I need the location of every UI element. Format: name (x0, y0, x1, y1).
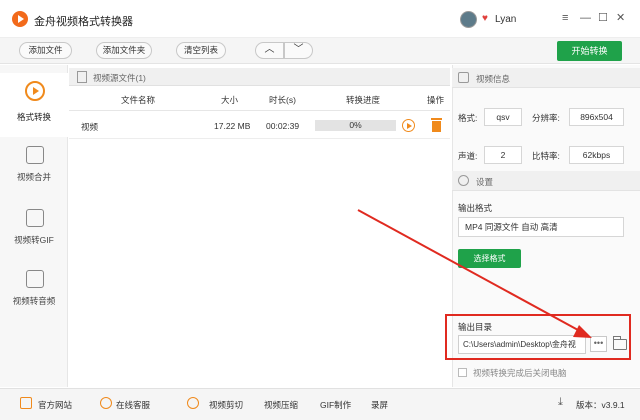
format-label: 格式: (458, 113, 478, 123)
column-progress: 转换进度 (346, 95, 381, 105)
format-convert-inner-icon (33, 87, 39, 95)
minimize-button[interactable]: — (580, 12, 591, 24)
bitrate-label: 比特率: (532, 151, 560, 161)
file-duration: 00:02:39 (266, 121, 300, 131)
file-list-header: 视频源文件(1) (69, 68, 450, 86)
progress-bar: 0% (315, 120, 396, 131)
sidebar-item-format-convert[interactable]: 格式转换 (0, 73, 68, 137)
sidebar-item-label: 视频转GIF (14, 235, 54, 245)
column-size: 大小 (221, 95, 239, 105)
progress-text: 0% (349, 120, 362, 130)
sidebar-item-video-to-audio[interactable]: 视频转音频 (0, 266, 68, 330)
column-duration: 时长(s) (269, 95, 296, 105)
settings-title: 设置 (476, 177, 494, 187)
move-down-button[interactable]: ﹀ (284, 42, 313, 59)
footer-record-link[interactable]: 录屏 (371, 399, 388, 411)
file-list-columns: 文件名称 大小 时长(s) 转换进度 操作 (69, 87, 450, 111)
shutdown-label: 视频转换完成后关闭电脑 (473, 368, 567, 378)
footer-website-link[interactable]: 官方网站 (38, 399, 72, 411)
column-action: 操作 (427, 95, 445, 105)
add-file-button[interactable]: 添加文件 (19, 42, 72, 59)
play-icon[interactable] (402, 119, 415, 132)
footer-service-link[interactable]: 在线客服 (116, 399, 150, 411)
app-title: 金舟视频格式转换器 (34, 16, 133, 28)
service-icon (100, 397, 112, 409)
user-avatar[interactable] (460, 11, 477, 28)
close-button[interactable]: ✕ (616, 12, 625, 24)
sidebar-item-video-to-gif[interactable]: 视频转GIF (0, 203, 68, 267)
table-row[interactable]: 视频 17.22 MB 00:02:39 0% (69, 112, 450, 139)
file-size: 17.22 MB (214, 121, 251, 131)
sidebar: 格式转换 视频合并 视频转GIF 视频转音频 (0, 65, 68, 387)
video-to-audio-icon (26, 270, 44, 288)
sidebar-item-label: 视频合并 (16, 172, 51, 182)
trash-icon[interactable] (431, 118, 442, 132)
title-bar: 金舟视频格式转换器 ♥ Lyan ≡ — ☐ ✕ (0, 0, 640, 38)
file-name: 视频 (81, 122, 99, 132)
start-convert-button[interactable]: 开始转换 (557, 41, 622, 61)
output-format-label: 输出格式 (458, 203, 493, 213)
sidebar-item-label: 视频转音频 (12, 296, 56, 306)
footer: 官方网站 在线客服 视频剪切 视频压缩 GIF制作 录屏 ⤓ 版本：v3.9.1 (0, 388, 640, 420)
sidebar-item-video-merge[interactable]: 视频合并 (0, 140, 68, 204)
format-value: qsv (484, 108, 522, 126)
maximize-button[interactable]: ☐ (598, 12, 608, 24)
shutdown-checkbox[interactable] (458, 368, 467, 377)
gear-icon (458, 175, 469, 186)
channel-value: 2 (484, 146, 522, 164)
channel-label: 声道: (458, 151, 478, 161)
video-merge-icon (26, 146, 44, 164)
file-icon (77, 71, 87, 83)
add-folder-button[interactable]: 添加文件夹 (96, 42, 152, 59)
video-info-icon (458, 72, 469, 83)
download-icon: ⤓ (558, 396, 563, 408)
footer-compress-link[interactable]: 视频压缩 (264, 399, 298, 411)
footer-gif-link[interactable]: GIF制作 (320, 399, 351, 411)
menu-icon[interactable]: ≡ (562, 12, 568, 24)
toolbar: 添加文件 添加文件夹 清空列表 ︿ ﹀ (0, 38, 640, 64)
column-name: 文件名称 (121, 95, 156, 105)
output-format-field[interactable]: MP4 同源文件 自动 高清 (458, 217, 624, 237)
move-up-button[interactable]: ︿ (255, 42, 284, 59)
video-to-gif-icon (26, 209, 44, 227)
annotation-highlight-box (445, 314, 631, 360)
video-info-header: 视频信息 (452, 68, 640, 88)
settings-header: 设置 (452, 171, 640, 191)
app-logo-icon (12, 11, 28, 27)
file-list-title: 视频源文件(1) (93, 73, 146, 83)
video-info-title: 视频信息 (476, 74, 511, 84)
resolution-label: 分辨率: (532, 113, 560, 123)
user-name[interactable]: Lyan (495, 14, 516, 25)
bitrate-value: 62kbps (569, 146, 624, 164)
resolution-value: 896x504 (569, 108, 624, 126)
website-icon (20, 397, 32, 409)
version-label: 版本：v3.9.1 (576, 400, 625, 410)
footer-cut-link[interactable]: 视频剪切 (209, 399, 243, 411)
cut-icon (187, 397, 199, 409)
sidebar-item-label: 格式转换 (16, 112, 51, 122)
vip-heart-icon: ♥ (482, 13, 488, 24)
clear-list-button[interactable]: 清空列表 (176, 42, 226, 59)
choose-format-button[interactable]: 选择格式 (458, 249, 521, 268)
